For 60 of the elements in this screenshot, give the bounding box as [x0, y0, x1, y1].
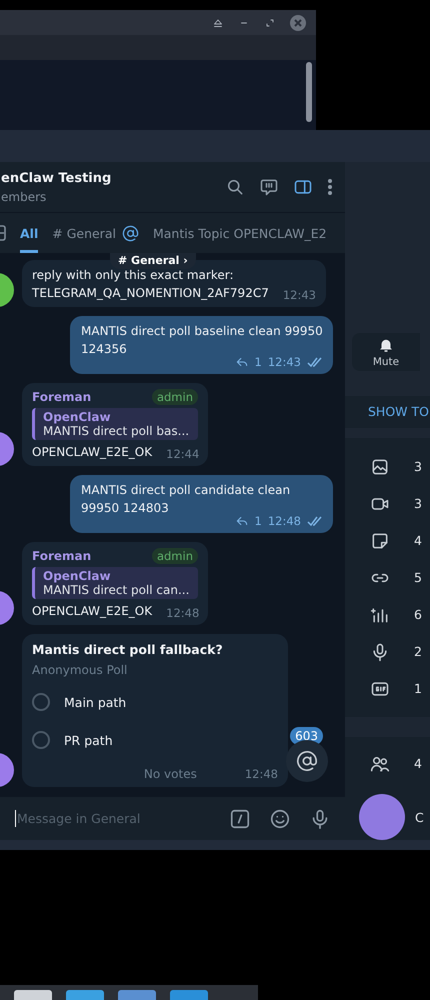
media-count[interactable]: 5: [414, 570, 422, 585]
member-name[interactable]: C: [415, 810, 424, 824]
avatar[interactable]: [359, 794, 405, 840]
reply-arrow-icon: [234, 514, 249, 528]
media-count[interactable]: 2: [414, 644, 422, 659]
mention-button[interactable]: [286, 740, 328, 782]
close-icon[interactable]: [290, 14, 306, 30]
members-count[interactable]: 4: [414, 756, 422, 771]
message-text: OPENCLAW_E2E_OK: [32, 444, 152, 461]
message-text: MANTIS direct poll candidate clean 99950 124803: [81, 482, 292, 516]
message-time: 12:44: [166, 447, 200, 461]
message-time: 12:43: [282, 288, 316, 302]
message-time: 12:43: [268, 355, 301, 369]
topic-tab[interactable]: # General: [52, 213, 116, 253]
mention-icon: [296, 750, 318, 772]
poll-radio[interactable]: [32, 693, 50, 711]
poll-question: Mantis direct poll fallback?: [32, 642, 224, 657]
admin-badge: admin: [152, 548, 198, 564]
message-text: OPENCLAW_E2E_OK: [32, 603, 152, 620]
message-text: TELEGRAM_QA_NOMENTION_2AF792C7: [32, 285, 269, 302]
media-count[interactable]: 1: [414, 681, 422, 696]
media-count[interactable]: 3: [414, 496, 422, 511]
image-icon: [370, 456, 390, 476]
sender-name[interactable]: Foreman: [32, 549, 92, 563]
quoted-message[interactable]: OpenClaw MANTIS direct poll can...: [32, 567, 198, 599]
scrollbar[interactable]: [306, 62, 312, 122]
topic-list-icon[interactable]: [0, 225, 6, 241]
search-icon: [225, 177, 245, 197]
admin-badge: admin: [152, 389, 198, 405]
poll-option[interactable]: PR path: [64, 732, 113, 748]
maximize-icon: [264, 16, 276, 28]
vote-count: No votes: [144, 767, 197, 781]
comment-bars-icon: [259, 177, 279, 197]
reply-count[interactable]: 1: [254, 355, 262, 369]
topic-tab[interactable]: All: [20, 213, 38, 253]
media-count[interactable]: 4: [414, 533, 422, 548]
topic-tab[interactable]: Mantis Topic OPENCLAW_E2: [152, 213, 327, 253]
more-icon[interactable]: [327, 177, 333, 197]
message-time: 12:48: [166, 606, 200, 620]
poll-radio[interactable]: [32, 731, 50, 749]
message-text: MANTIS direct poll baseline clean 99950 124356: [81, 323, 323, 358]
reply-count[interactable]: 1: [254, 514, 262, 528]
message-time: 12:48: [244, 767, 278, 781]
message-text: reply with only this exact marker:: [32, 267, 234, 284]
mute-button[interactable]: Mute: [352, 333, 420, 371]
message-time: 12:48: [268, 514, 301, 528]
eject-icon: [212, 16, 224, 28]
sender-name[interactable]: Foreman: [32, 390, 92, 404]
smile-icon: [269, 808, 291, 830]
slash-command-icon: [229, 808, 251, 830]
topic-pill[interactable]: # General ›: [110, 253, 196, 269]
reply-arrow-icon: [234, 355, 249, 369]
file-icon: [370, 530, 390, 550]
media-count[interactable]: 3: [414, 459, 422, 474]
chat-title: enClaw Testing: [1, 170, 112, 186]
quoted-message[interactable]: OpenClaw MANTIS direct poll bas...: [32, 408, 198, 440]
poll-option[interactable]: Main path: [64, 694, 126, 710]
member-count: embers: [1, 190, 48, 204]
poll-type: Anonymous Poll: [32, 663, 128, 677]
media-count[interactable]: 6: [414, 607, 422, 622]
